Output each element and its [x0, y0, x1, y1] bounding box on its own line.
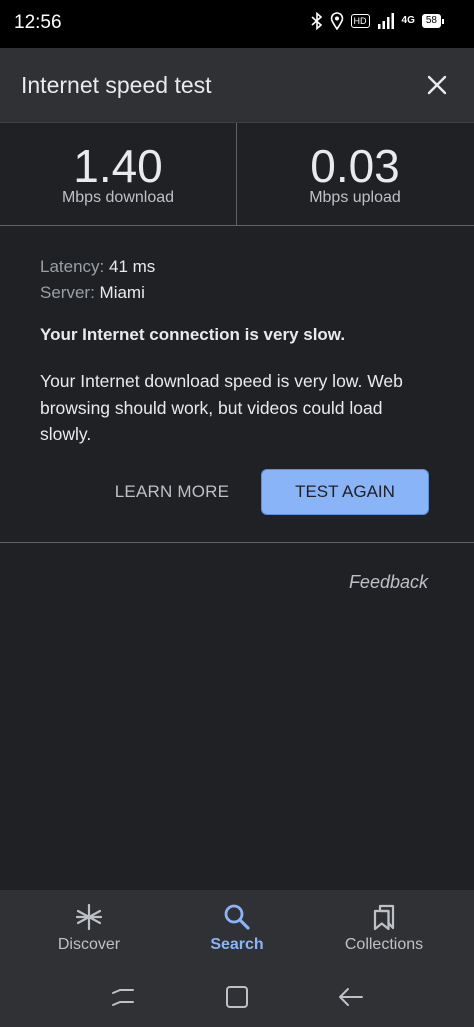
hd-badge: HD [350, 14, 370, 28]
bottom-navigation: Discover Search Collections [0, 890, 474, 1027]
learn-more-button[interactable]: LEARN MORE [106, 471, 238, 513]
divider [0, 542, 474, 543]
battery-level: 58 [421, 14, 441, 28]
upload-label: Mbps upload [309, 189, 401, 206]
nav-search[interactable]: Search [158, 890, 316, 970]
nav-collections-label: Collections [344, 936, 424, 953]
latency-value: 41 ms [109, 257, 156, 276]
close-icon[interactable] [422, 70, 452, 100]
server-row: Server: Miami [40, 280, 440, 306]
battery-icon: 58 [421, 14, 444, 28]
bluetooth-icon [310, 12, 322, 30]
nav-discover-label: Discover [57, 936, 121, 953]
download-metric: 1.40 Mbps download [0, 123, 236, 225]
status-icons: HD 4G 58 [310, 12, 444, 30]
download-label: Mbps download [61, 189, 175, 206]
search-icon [224, 904, 250, 930]
recents-icon[interactable] [108, 982, 138, 1012]
back-icon[interactable] [336, 982, 366, 1012]
server-label: Server: [40, 283, 95, 302]
server-value: Miami [99, 283, 145, 302]
status-time: 12:56 [14, 12, 62, 33]
result-headline: Your Internet connection is very slow. [40, 325, 346, 344]
results-panel: 1.40 Mbps download 0.03 Mbps upload [0, 122, 474, 226]
download-value: 1.40 [73, 140, 163, 192]
network-4g-icon: 4G [401, 15, 415, 26]
test-again-button[interactable]: TEST AGAIN [261, 469, 429, 515]
signal-icon [377, 13, 394, 29]
nav-search-label: Search [210, 936, 264, 953]
feedback-link[interactable]: Feedback [349, 572, 428, 593]
latency-label: Latency: [40, 257, 105, 276]
nav-collections[interactable]: Collections [305, 890, 463, 970]
upload-value: 0.03 [310, 140, 400, 192]
upload-metric: 0.03 Mbps upload [237, 123, 473, 225]
location-icon [330, 12, 343, 30]
status-bar: 12:56 HD 4G 58 [0, 0, 474, 48]
nav-discover[interactable]: Discover [10, 890, 168, 970]
speed-test-header: Internet speed test [0, 48, 474, 122]
asterisk-icon [75, 903, 103, 931]
result-description: Your Internet download speed is very low… [40, 371, 403, 444]
home-icon[interactable] [222, 982, 252, 1012]
page-title: Internet speed test [21, 72, 212, 98]
test-details: Latency: 41 ms Server: Miami [40, 254, 440, 306]
bookmarks-icon [373, 904, 395, 931]
latency-row: Latency: 41 ms [40, 254, 440, 280]
system-navigation-bar [0, 978, 474, 1018]
